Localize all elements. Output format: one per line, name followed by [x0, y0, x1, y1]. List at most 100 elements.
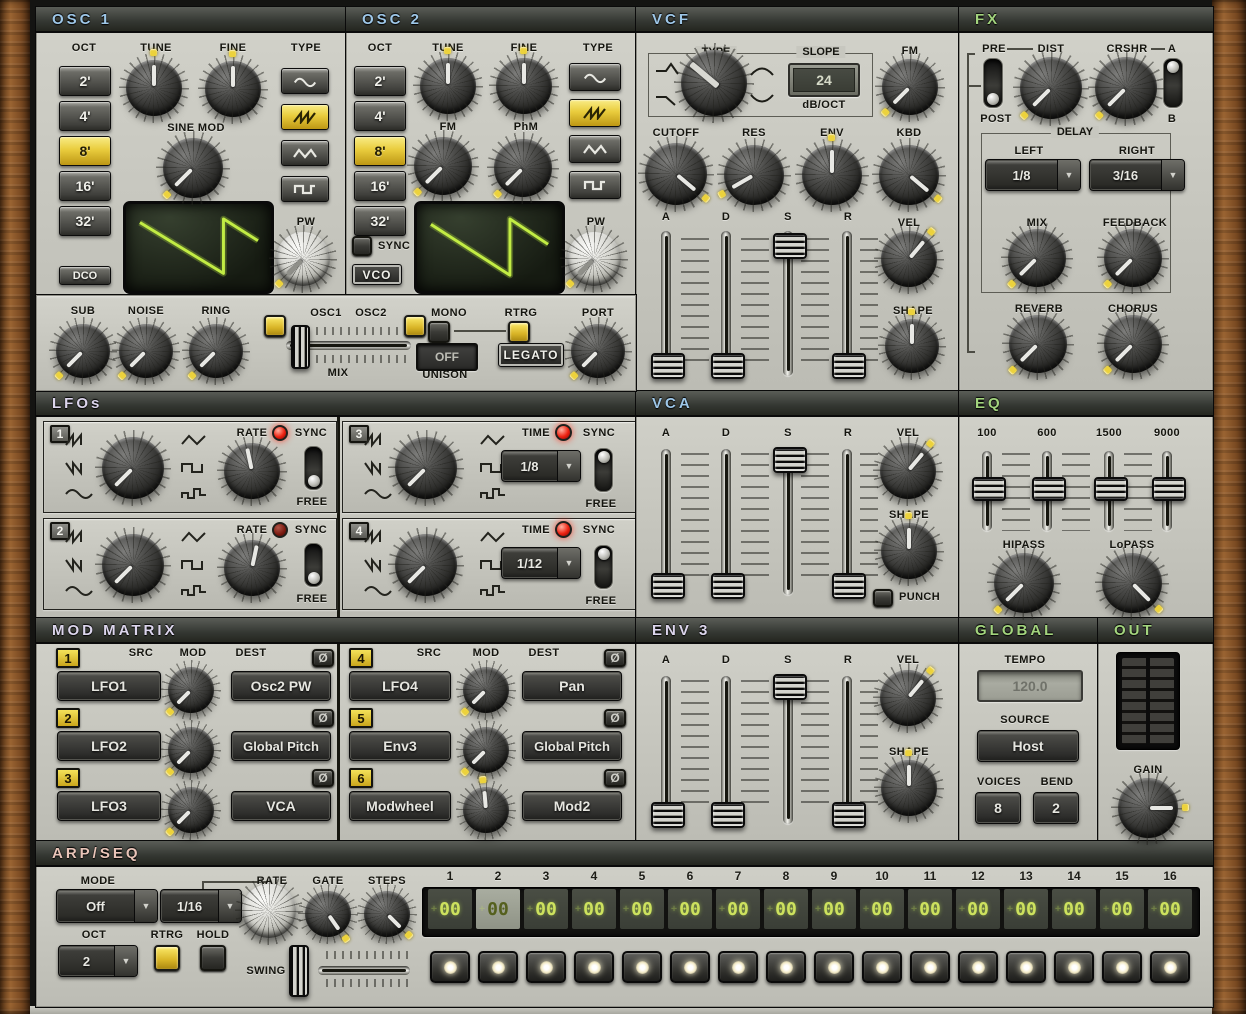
step-button[interactable] [430, 951, 470, 983]
env3-shape-knob[interactable] [881, 760, 937, 816]
mod-row5-bypass-button[interactable]: Ø [604, 709, 626, 727]
gain-knob[interactable] [1118, 778, 1178, 838]
fx-chorus-knob[interactable] [1104, 315, 1162, 373]
noise-knob[interactable] [119, 324, 173, 378]
step-value-display[interactable]: 00 [620, 889, 664, 929]
mix-slider-handle[interactable] [291, 325, 310, 369]
mod-row2-amount-knob[interactable] [168, 727, 214, 773]
chevron-down-icon[interactable]: ▼ [115, 946, 137, 976]
osc2-tune-knob[interactable] [420, 58, 476, 114]
vca-shape-knob[interactable] [881, 523, 937, 579]
eq-hipass-knob[interactable] [994, 553, 1054, 613]
mod-row1-dest-button[interactable]: Osc2 PW [231, 671, 331, 701]
step-button[interactable] [814, 951, 854, 983]
env3-release-handle[interactable] [832, 802, 866, 828]
step-value-display[interactable]: 00 [476, 889, 520, 929]
unison-value-display[interactable]: OFF [416, 343, 478, 371]
osc2-type-triangle-button[interactable] [569, 135, 621, 163]
vcf-sustain-handle[interactable] [773, 233, 807, 259]
eq-1500-handle[interactable] [1094, 477, 1128, 501]
osc2-oct-4[interactable]: 4' [354, 101, 406, 131]
mod-row4-dest-button[interactable]: Pan [522, 671, 622, 701]
mod-row1-bypass-button[interactable]: Ø [312, 649, 334, 667]
osc1-tune-knob[interactable] [126, 60, 182, 116]
step-button[interactable] [862, 951, 902, 983]
mod-row2-bypass-button[interactable]: Ø [312, 709, 334, 727]
arp-rtrg-led-button[interactable] [154, 945, 180, 971]
eq-100-handle[interactable] [972, 477, 1006, 501]
vcf-type-selector-knob[interactable] [681, 50, 747, 116]
vca-release-handle[interactable] [832, 573, 866, 599]
voices-button[interactable]: 8 [975, 792, 1021, 824]
step-value-display[interactable]: 00 [668, 889, 712, 929]
osc1-type-triangle-button[interactable] [281, 140, 329, 166]
vca-decay-handle[interactable] [711, 573, 745, 599]
vca-punch-button[interactable] [873, 589, 893, 607]
osc1-oct-4[interactable]: 4' [59, 101, 111, 131]
chevron-down-icon[interactable]: ▼ [1058, 160, 1080, 190]
sub-knob[interactable] [56, 324, 110, 378]
osc2-mix-led-button[interactable] [404, 315, 426, 337]
step-button[interactable] [622, 951, 662, 983]
swing-slider-track[interactable] [318, 966, 410, 975]
source-button[interactable]: Host [977, 730, 1079, 762]
osc2-type-saw-button[interactable] [569, 99, 621, 127]
delay-left-dropdown[interactable]: 1/8▼ [985, 159, 1081, 191]
osc2-oct-32[interactable]: 32' [354, 206, 406, 236]
osc1-oct-8[interactable]: 8' [59, 136, 111, 166]
osc2-oct-8[interactable]: 8' [354, 136, 406, 166]
step-button[interactable] [718, 951, 758, 983]
osc1-dco-button[interactable]: DCO [59, 266, 111, 285]
osc2-fm-knob[interactable] [414, 137, 472, 195]
arp-oct-dropdown[interactable]: 2▼ [58, 945, 138, 977]
vcf-vel-knob[interactable] [881, 231, 937, 287]
eq-9000-handle[interactable] [1152, 477, 1186, 501]
step-value-display[interactable]: 00 [812, 889, 856, 929]
mod-row3-amount-knob[interactable] [168, 787, 214, 833]
step-button[interactable] [574, 951, 614, 983]
arp-hold-button[interactable] [200, 945, 226, 971]
osc2-type-square-button[interactable] [569, 171, 621, 199]
mod-row1-amount-knob[interactable] [168, 667, 214, 713]
lfo4-sync-free-toggle[interactable] [594, 545, 613, 589]
step-value-display[interactable]: 00 [1004, 889, 1048, 929]
lfo4-wave-selector-knob[interactable] [395, 534, 457, 596]
vcf-env-knob[interactable] [802, 145, 862, 205]
lfo1-wave-selector-knob[interactable] [102, 437, 164, 499]
fx-reverb-knob[interactable] [1009, 315, 1067, 373]
step-value-display[interactable]: 00 [428, 889, 472, 929]
step-button[interactable] [526, 951, 566, 983]
port-knob[interactable] [571, 324, 625, 378]
arp-mode-dropdown[interactable]: Off▼ [56, 889, 158, 923]
vca-sustain-handle[interactable] [773, 447, 807, 473]
step-button[interactable] [1150, 951, 1190, 983]
osc1-pw-knob[interactable] [276, 232, 330, 286]
env3-decay-handle[interactable] [711, 802, 745, 828]
eq-600-handle[interactable] [1032, 477, 1066, 501]
chevron-down-icon[interactable]: ▼ [558, 451, 580, 481]
osc2-fine-knob[interactable] [496, 58, 552, 114]
crshr-a-b-toggle[interactable] [1163, 58, 1183, 108]
lfo1-sync-free-toggle[interactable] [304, 446, 323, 490]
bend-button[interactable]: 2 [1033, 792, 1079, 824]
vca-vel-knob[interactable] [880, 443, 936, 499]
step-button[interactable] [1006, 951, 1046, 983]
vcf-fm-knob[interactable] [882, 59, 938, 115]
swing-slider-handle[interactable] [289, 945, 309, 997]
step-value-display[interactable]: 00 [956, 889, 1000, 929]
mod-row4-bypass-button[interactable]: Ø [604, 649, 626, 667]
mod-row6-src-button[interactable]: Modwheel [349, 791, 451, 821]
mod-row3-src-button[interactable]: LFO3 [57, 791, 161, 821]
vcf-slope-display[interactable]: 24 [788, 63, 860, 97]
eq-lopass-knob[interactable] [1102, 553, 1162, 613]
osc2-phm-knob[interactable] [494, 139, 552, 197]
step-button[interactable] [1102, 951, 1142, 983]
osc2-oct-16[interactable]: 16' [354, 171, 406, 201]
step-button[interactable] [670, 951, 710, 983]
osc2-pw-knob[interactable] [567, 232, 621, 286]
osc2-oct-2[interactable]: 2' [354, 66, 406, 96]
step-value-display[interactable]: 00 [524, 889, 568, 929]
osc1-type-sine-button[interactable] [281, 68, 329, 94]
vcf-attack-handle[interactable] [651, 353, 685, 379]
lfo2-rate-knob[interactable] [224, 540, 280, 596]
